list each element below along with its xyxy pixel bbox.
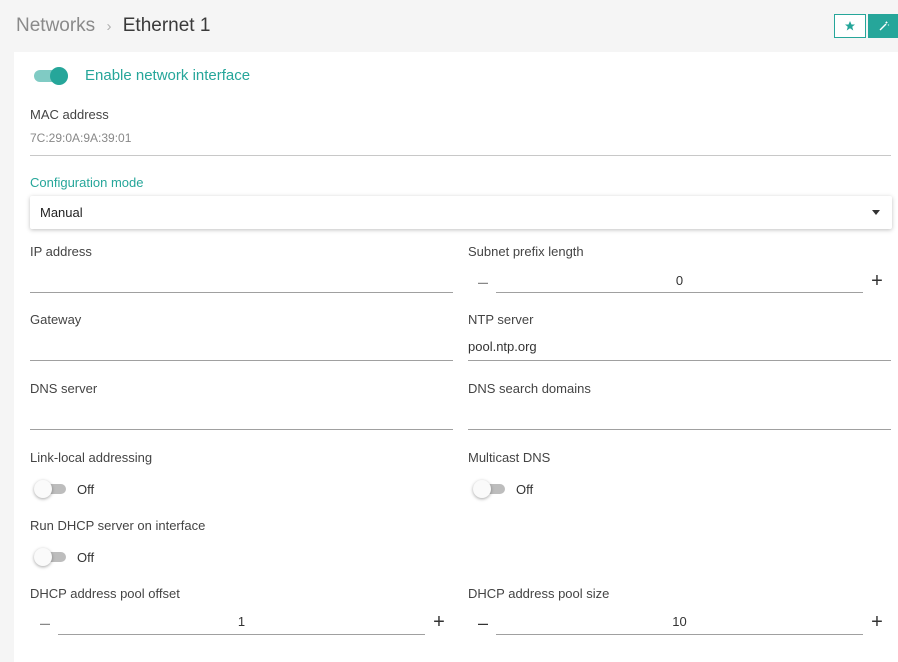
subnet-prefix-input[interactable]: 0	[496, 273, 863, 288]
enable-interface-toggle[interactable]	[34, 67, 68, 85]
gateway-label: Gateway	[30, 312, 82, 327]
configuration-mode-select[interactable]: Manual	[30, 196, 892, 229]
settings-card: Enable network interface MAC address 7C:…	[14, 52, 898, 662]
pool-offset-input[interactable]: 1	[58, 614, 425, 629]
pool-offset-underline	[58, 634, 425, 635]
page-header: Networks › Ethernet 1	[0, 0, 898, 52]
dhcp-server-label: Run DHCP server on interface	[30, 518, 206, 533]
dhcp-server-toggle[interactable]	[34, 548, 68, 566]
pool-size-increment-button[interactable]: +	[867, 612, 887, 632]
dhcp-server-state: Off	[77, 550, 95, 565]
ntp-server-underline	[468, 360, 891, 361]
dns-server-input[interactable]	[30, 409, 453, 427]
link-local-label: Link-local addressing	[30, 450, 153, 465]
chevron-down-icon	[872, 210, 880, 215]
ntp-server-label: NTP server	[468, 312, 534, 327]
subnet-prefix-underline	[496, 292, 863, 293]
enable-interface-label: Enable network interface	[85, 67, 251, 84]
toggle-knob	[34, 480, 52, 498]
configuration-mode-value: Manual	[40, 205, 83, 220]
dns-search-domains-input[interactable]	[468, 409, 891, 427]
breadcrumb-networks-link[interactable]: Networks	[16, 15, 95, 36]
ip-address-underline	[30, 292, 453, 293]
pool-offset-decrement-button[interactable]: –	[35, 613, 55, 633]
toggle-knob	[50, 67, 68, 85]
multicast-dns-label: Multicast DNS	[468, 450, 551, 465]
pool-offset-increment-button[interactable]: +	[429, 612, 449, 632]
dns-server-underline	[30, 429, 453, 430]
gateway-input[interactable]	[30, 340, 453, 358]
pool-size-input[interactable]: 10	[496, 614, 863, 629]
pool-size-decrement-button[interactable]: –	[473, 613, 493, 633]
breadcrumb-separator: ›	[106, 18, 112, 35]
pool-size-label: DHCP address pool size	[468, 586, 610, 601]
subnet-prefix-increment-button[interactable]: +	[867, 271, 887, 291]
mac-address-value: 7C:29:0A:9A:39:01	[30, 131, 132, 145]
gateway-underline	[30, 360, 453, 361]
pool-size-underline	[496, 634, 863, 635]
subnet-prefix-decrement-button[interactable]: –	[473, 272, 493, 292]
ip-address-label: IP address	[30, 244, 92, 259]
page-title: Ethernet 1	[122, 15, 211, 36]
dns-server-label: DNS server	[30, 381, 98, 396]
ip-address-input[interactable]	[30, 273, 453, 291]
breadcrumb: Networks › Ethernet 1	[16, 14, 210, 39]
favorite-button[interactable]	[834, 14, 866, 38]
link-local-state: Off	[77, 482, 95, 497]
magic-wand-icon	[879, 21, 890, 31]
star-icon	[845, 21, 855, 31]
ntp-server-input[interactable]: pool.ntp.org	[468, 339, 891, 357]
multicast-dns-toggle[interactable]	[473, 480, 507, 498]
toggle-knob	[473, 480, 491, 498]
link-local-toggle[interactable]	[34, 480, 68, 498]
mac-address-underline	[30, 155, 891, 156]
toggle-knob	[34, 548, 52, 566]
pool-offset-label: DHCP address pool offset	[30, 586, 180, 601]
subnet-prefix-label: Subnet prefix length	[468, 244, 584, 259]
magic-wand-button[interactable]	[868, 14, 898, 38]
configuration-mode-label: Configuration mode	[30, 175, 144, 190]
multicast-dns-state: Off	[516, 482, 534, 497]
dns-search-domains-label: DNS search domains	[468, 381, 591, 396]
mac-address-label: MAC address	[30, 107, 109, 122]
dns-search-domains-underline	[468, 429, 891, 430]
header-actions	[834, 14, 898, 38]
